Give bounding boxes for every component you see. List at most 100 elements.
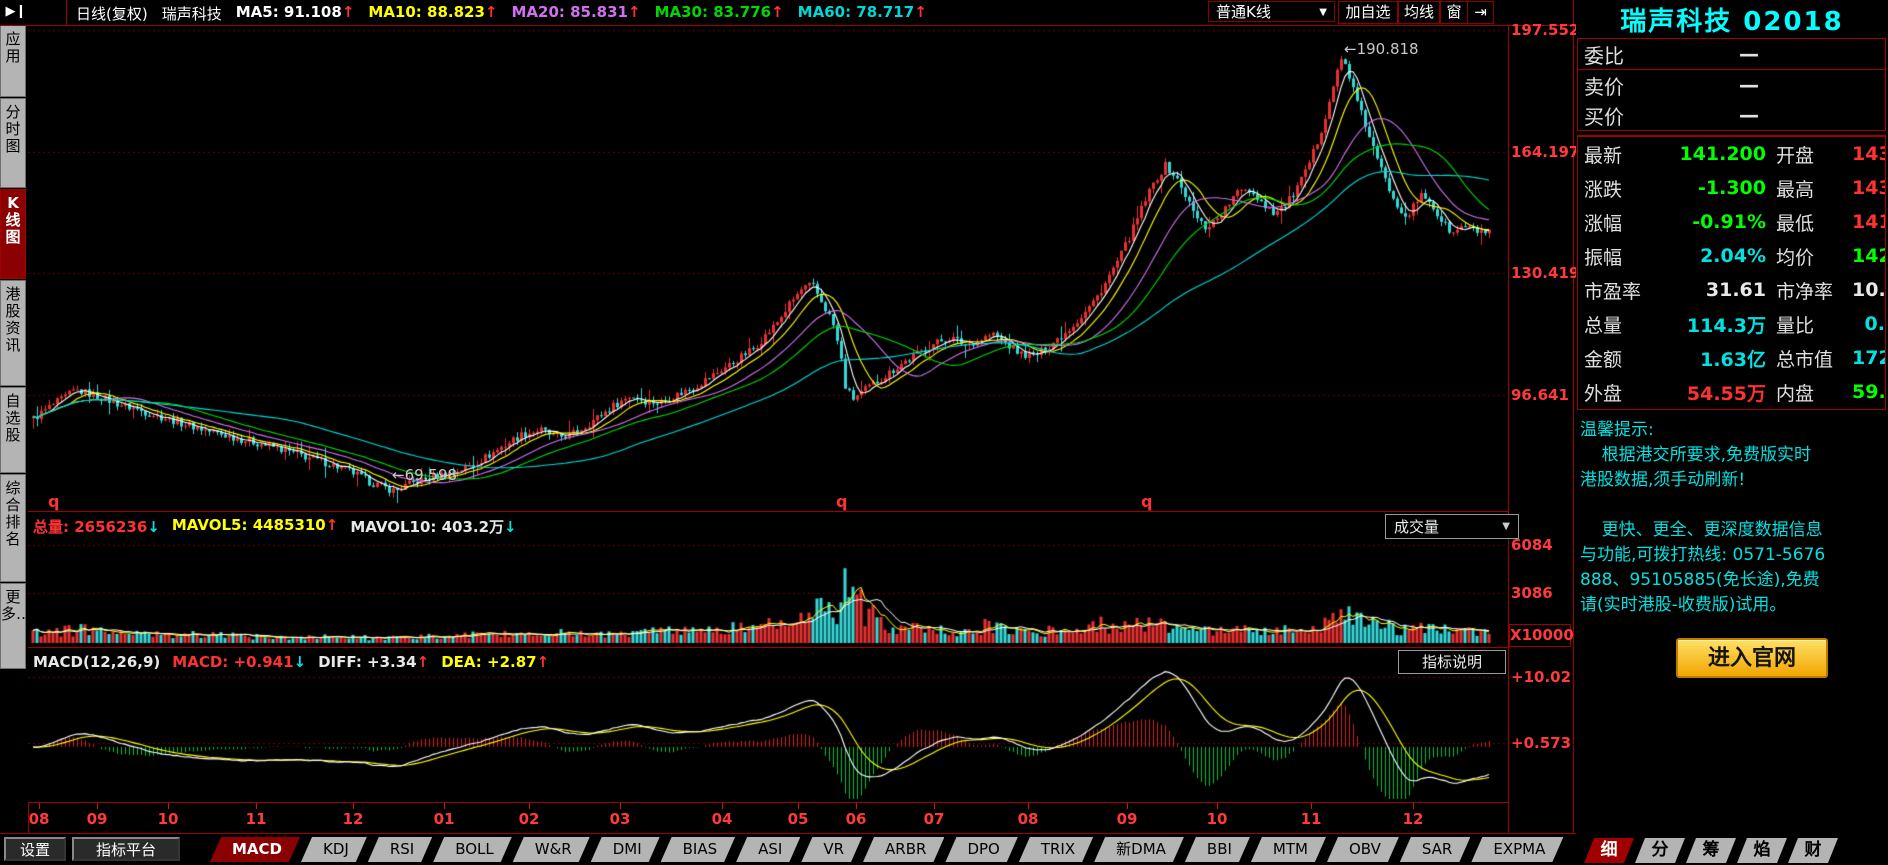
quote-value: -1.300 — [1654, 177, 1766, 199]
indicator-tab-新DMA[interactable]: 新DMA — [1094, 837, 1184, 862]
indicator-tab-BOLL[interactable]: BOLL — [433, 837, 512, 862]
sidebar-item-分时图[interactable]: 分时图 — [0, 98, 26, 188]
notice-line: 请(实时港股-收费版)试用。 — [1580, 593, 1888, 618]
ma-legend-item: MA60: 78.717↑ — [798, 3, 927, 24]
macd-header: MACD(12,26,9)MACD: +0.941↓DIFF: +3.34↑DE… — [33, 653, 549, 671]
sidebar-item-自选股[interactable]: 自选股 — [0, 387, 26, 473]
indicator-tab-BIAS[interactable]: BIAS — [661, 837, 736, 862]
sidebar-item-更多‥[interactable]: 更多‥ — [0, 583, 26, 669]
quote-panel-title: 瑞声科技 02018 — [1576, 1, 1888, 38]
volume-header: 总量: 2656236↓MAVOL5: 4485310↑MAVOL10: 403… — [33, 516, 517, 537]
trend-arrow-icon: ↑ — [537, 653, 550, 671]
notice-line: 与功能,可拨打热线: 0571-5676 — [1580, 543, 1888, 568]
indicator-tab-W&R[interactable]: W&R — [513, 837, 590, 862]
xaxis-tick — [1127, 803, 1128, 809]
quote-row: 涨幅-0.91%最低141.0 — [1578, 205, 1885, 239]
xaxis-month-label: 06 — [846, 810, 867, 828]
indicator-tab-MTM[interactable]: MTM — [1251, 837, 1326, 862]
volume-type-selector[interactable]: 成交量 ▼ — [1385, 514, 1519, 539]
quote-value: 31.61 — [1654, 279, 1766, 301]
xaxis-month-label: 10 — [158, 810, 179, 828]
ex-dividend-marker: q — [1141, 492, 1152, 511]
indicator-tab-KDJ[interactable]: KDJ — [301, 837, 367, 862]
kline-type-dropdown[interactable]: 普通K线 ▼ — [1208, 1, 1335, 22]
sidebar-item-综合排名[interactable]: 综合排名 — [0, 474, 26, 582]
trend-arrow-icon: ↑ — [485, 3, 498, 21]
quote-row: 总量114.3万量比0. — [1578, 307, 1885, 341]
indicator-tab-EXPMA[interactable]: EXPMA — [1471, 837, 1563, 862]
sidebar-item-应用[interactable]: 应用 — [0, 25, 26, 97]
indicator-tab-RSI[interactable]: RSI — [368, 837, 432, 862]
quote-label: 最新 — [1578, 141, 1654, 168]
period-label: 日线(复权) — [76, 3, 148, 24]
volume-selector-value: 成交量 — [1394, 516, 1439, 537]
pane-separator-2 — [28, 647, 1508, 648]
xaxis-month-label: 01 — [434, 810, 455, 828]
topbar-button-加自选[interactable]: 加自选 — [1338, 1, 1398, 24]
mini-tab-细[interactable]: 细 — [1584, 838, 1634, 863]
ex-dividend-marker: q — [48, 492, 59, 511]
quote-value: 59.75 — [1852, 381, 1885, 403]
notice-text: 温馨提示: 根据港交所要求,免费版实时港股数据,须手动刷新! 更快、更全、更深度… — [1580, 418, 1888, 618]
quote-value: 141.0 — [1852, 211, 1885, 233]
indicator-tab-ASI[interactable]: ASI — [736, 837, 800, 862]
xaxis-tick — [1217, 803, 1218, 809]
mini-tab-分[interactable]: 分 — [1635, 838, 1685, 863]
indicator-help-button[interactable]: 指标说明 — [1398, 650, 1506, 674]
xaxis-tick — [722, 803, 723, 809]
left-sidebar: 应用分时图K线图港股资讯自选股综合排名更多‥ — [0, 25, 28, 670]
quote-label: 涨幅 — [1578, 209, 1654, 236]
price-annotation: ←190.818 — [1344, 40, 1419, 58]
enter-website-button[interactable]: 进入官网 — [1676, 638, 1828, 678]
quote-row: 市盈率31.61市净率10. — [1578, 273, 1885, 307]
macd-axis-label: +10.02 — [1511, 668, 1571, 686]
indicator-tab-DMI[interactable]: DMI — [591, 837, 660, 862]
panel-collapse-icon[interactable]: ⇥ — [1467, 1, 1494, 24]
quote-value: 1.63亿 — [1654, 345, 1766, 372]
quote-label: 量比 — [1766, 311, 1852, 338]
bottombar-button-指标平台[interactable]: 指标平台 — [72, 837, 180, 861]
trend-arrow-icon: ↑ — [417, 653, 430, 671]
sidebar-item-K线图[interactable]: K线图 — [0, 189, 26, 279]
quote-value: 143.0 — [1852, 143, 1885, 165]
volume-stat: MAVOL5: 4485310↑ — [172, 516, 338, 537]
indicator-tab-MACD[interactable]: MACD — [210, 837, 300, 862]
indicator-tab-ARBR[interactable]: ARBR — [863, 837, 944, 862]
quote-label: 总市值 — [1766, 345, 1852, 372]
sidebar-item-港股资讯[interactable]: 港股资讯 — [0, 280, 26, 386]
quote-box: 最新141.200开盘143.0涨跌-1.300最高143.9涨幅-0.91%最… — [1577, 135, 1886, 410]
indicator-tab-TRIX[interactable]: TRIX — [1019, 837, 1093, 862]
quote-label: 市净率 — [1766, 277, 1852, 304]
kline-canvas[interactable] — [28, 25, 1508, 512]
volume-stat: MAVOL10: 403.2万↓ — [350, 516, 516, 537]
xaxis-month-label: 03 — [610, 810, 631, 828]
indicator-tab-BBI[interactable]: BBI — [1185, 837, 1250, 862]
topbar-divider — [66, 0, 67, 25]
quote-value: 142.2 — [1852, 245, 1885, 267]
xaxis-tick — [1311, 803, 1312, 809]
bottombar-button-设置[interactable]: 设置 — [4, 837, 66, 861]
indicator-tab-DPO[interactable]: DPO — [945, 837, 1017, 862]
indicator-tab-VR[interactable]: VR — [801, 837, 862, 862]
topbar-button-均线[interactable]: 均线 — [1398, 1, 1440, 24]
xaxis-month-label: 09 — [87, 810, 108, 828]
xaxis-tick — [620, 803, 621, 809]
xaxis-month-label: 08 — [1018, 810, 1039, 828]
stock-name-label: 瑞声科技 — [162, 3, 222, 24]
quote-label: 涨跌 — [1578, 175, 1654, 202]
mini-tab-焰[interactable]: 焰 — [1737, 838, 1787, 863]
macd-stat: MACD(12,26,9) — [33, 653, 160, 671]
nav-collapse-icon[interactable]: ▶❙ — [3, 2, 29, 22]
bid-row-label: 买价 — [1578, 101, 1694, 130]
trend-arrow-icon: ↓ — [294, 653, 307, 671]
notice-line: 更快、更全、更深度数据信息 — [1580, 518, 1888, 543]
notice-line: 港股数据,须手动刷新! — [1580, 468, 1888, 493]
indicator-tab-SAR[interactable]: SAR — [1400, 837, 1470, 862]
topbar-button-窗[interactable]: 窗 — [1440, 1, 1468, 24]
ma-legend-item: MA10: 88.823↑ — [368, 3, 497, 24]
quote-row: 涨跌-1.300最高143.9 — [1578, 171, 1885, 205]
mini-tab-财[interactable]: 财 — [1788, 838, 1838, 863]
price-axis-line — [1508, 25, 1509, 833]
indicator-tab-OBV[interactable]: OBV — [1327, 837, 1399, 862]
mini-tab-筹[interactable]: 筹 — [1686, 838, 1736, 863]
